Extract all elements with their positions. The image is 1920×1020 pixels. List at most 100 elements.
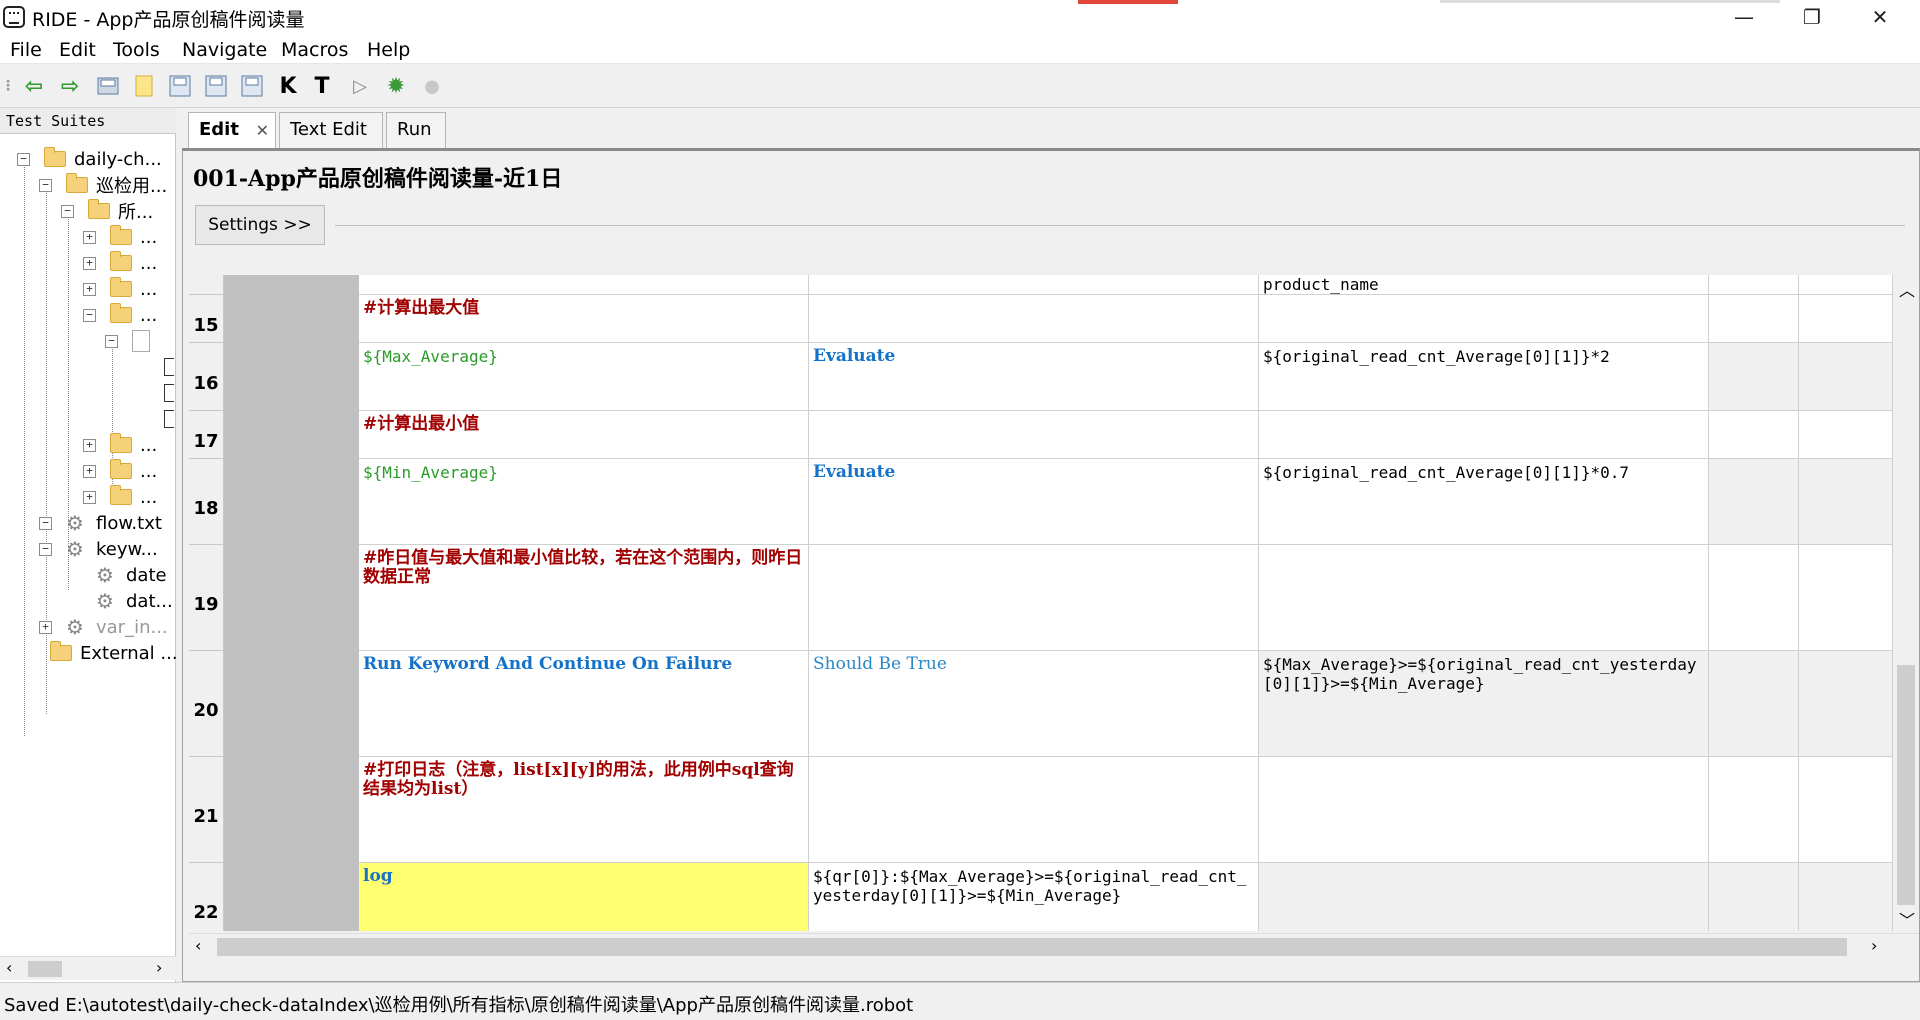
collapse-icon[interactable]: − xyxy=(39,516,52,530)
grid-cell[interactable] xyxy=(1709,545,1799,651)
tree-item-folder[interactable]: + ... xyxy=(83,276,157,302)
grid-cell[interactable] xyxy=(1259,545,1709,651)
grid-cell-argument[interactable]: ${qr[0]}:${Max_Average}>=${original_read… xyxy=(809,863,1259,931)
menu-tools[interactable]: Tools xyxy=(113,39,160,61)
tab-run[interactable]: Run xyxy=(386,112,446,148)
expand-icon[interactable]: + xyxy=(83,256,96,270)
grid-cell[interactable] xyxy=(809,757,1259,863)
grid-cell[interactable] xyxy=(1799,411,1893,459)
tree-item-xunjian[interactable]: − 巡检用... xyxy=(39,172,167,198)
run-icon[interactable]: ▷ xyxy=(346,72,374,100)
grid-cell[interactable] xyxy=(1709,757,1799,863)
tree-item-daily-check[interactable]: − daily-ch... xyxy=(17,146,162,172)
grid-cell-variable[interactable]: ${Min_Average} xyxy=(359,459,809,545)
scroll-up-icon[interactable]: ︿ xyxy=(1899,277,1915,301)
row-header[interactable]: 19 xyxy=(189,545,224,651)
grid-cell-comment[interactable]: #计算出最大值 xyxy=(359,295,809,343)
row-header[interactable]: 16 xyxy=(189,343,224,411)
grid-cell-keyword[interactable]: Evaluate xyxy=(809,459,1259,545)
new-file-icon[interactable] xyxy=(130,72,158,100)
save-icon[interactable] xyxy=(166,72,194,100)
checkbox-icon[interactable] xyxy=(164,384,174,402)
grid-horizontal-scrollbar[interactable]: ‹ › xyxy=(189,933,1919,959)
tree-item-var-in[interactable]: + ⚙ var_in... xyxy=(39,614,168,640)
collapse-icon[interactable]: − xyxy=(39,542,52,556)
grid-cell[interactable] xyxy=(809,411,1259,459)
grid-cell[interactable] xyxy=(809,275,1259,295)
grid-cell-argument[interactable]: ${original_read_cnt_Average[0][1]}*2 xyxy=(1259,343,1709,411)
expand-icon[interactable]: + xyxy=(83,490,96,504)
tree-item-folder[interactable]: + ... xyxy=(83,484,157,510)
grid-cell[interactable] xyxy=(1709,275,1799,295)
grid-cell-comment[interactable]: #计算出最小值 xyxy=(359,411,809,459)
row-header[interactable]: 20 xyxy=(189,651,224,757)
scroll-left-icon[interactable]: ‹ xyxy=(6,958,12,977)
collapse-icon[interactable]: − xyxy=(61,204,74,218)
grid-cell-comment[interactable]: #昨日值与最大值和最小值比较，若在这个范围内，则昨日数据正常 xyxy=(359,545,809,651)
minimize-button[interactable]: — xyxy=(1710,0,1778,34)
row-header[interactable]: 21 xyxy=(189,757,224,863)
grid-cell[interactable] xyxy=(1799,459,1893,545)
tree-item-dat[interactable]: ⚙ dat... xyxy=(96,588,173,614)
search-keywords-icon[interactable]: K xyxy=(274,72,302,100)
checkbox-icon[interactable] xyxy=(164,410,174,428)
expand-icon[interactable]: + xyxy=(39,620,52,634)
menu-file[interactable]: File xyxy=(10,39,42,61)
tree-item-testcase-checked[interactable] xyxy=(164,354,174,380)
collapse-icon[interactable]: − xyxy=(39,178,52,192)
grid-cell[interactable]: product_name xyxy=(1259,275,1709,295)
grid-cell[interactable] xyxy=(809,545,1259,651)
checkbox-icon[interactable] xyxy=(164,358,174,376)
grid-cell-keyword[interactable]: Run Keyword And Continue On Failure xyxy=(359,651,809,757)
tree-item-folder-open[interactable]: − ... xyxy=(83,302,157,328)
row-header[interactable]: 22 xyxy=(189,863,224,931)
tree-item-flow[interactable]: − ⚙ flow.txt xyxy=(39,510,162,536)
menu-navigate[interactable]: Navigate xyxy=(182,39,267,61)
scroll-right-icon[interactable]: › xyxy=(1871,936,1877,955)
restore-button[interactable]: ❐ xyxy=(1778,0,1846,34)
close-tab-icon[interactable]: ✕ xyxy=(256,121,269,140)
grid-cell[interactable] xyxy=(1259,757,1709,863)
scroll-down-icon[interactable]: ﹀ xyxy=(1899,907,1915,931)
stop-icon[interactable]: ● xyxy=(418,72,446,100)
save-all-icon[interactable] xyxy=(202,72,230,100)
grid-cell[interactable] xyxy=(1799,295,1893,343)
grid-vertical-scrollbar[interactable]: ︿ ﹀ xyxy=(1893,275,1919,931)
expand-icon[interactable]: + xyxy=(83,438,96,452)
menu-macros[interactable]: Macros xyxy=(281,39,348,61)
tree-item-testcase[interactable] xyxy=(164,406,174,432)
grid-cell-keyword[interactable]: Evaluate xyxy=(809,343,1259,411)
grid-cell-keyword-arg[interactable]: Should Be True xyxy=(809,651,1259,757)
tab-text-edit[interactable]: Text Edit xyxy=(279,112,383,148)
collapse-icon[interactable]: − xyxy=(83,308,96,322)
grid-cell[interactable] xyxy=(1709,295,1799,343)
tree-item-testcase[interactable] xyxy=(164,380,174,406)
grid-cell[interactable] xyxy=(1799,863,1893,931)
scroll-thumb[interactable] xyxy=(1897,665,1915,905)
tab-edit[interactable]: Edit ✕ xyxy=(188,112,276,150)
grid-cell[interactable] xyxy=(1799,275,1893,295)
scroll-left-icon[interactable]: ‹ xyxy=(195,936,201,955)
grid-cell[interactable] xyxy=(1799,651,1893,757)
row-header[interactable]: 18 xyxy=(189,459,224,545)
grid-cell[interactable] xyxy=(1799,757,1893,863)
collapse-icon[interactable]: − xyxy=(17,152,30,166)
tree-item-external[interactable]: External ... xyxy=(50,640,178,666)
grid-cell[interactable] xyxy=(1709,863,1799,931)
grid-cell[interactable] xyxy=(1799,343,1893,411)
grid-cell[interactable] xyxy=(1259,295,1709,343)
scroll-thumb[interactable] xyxy=(28,961,62,977)
tree-item-folder[interactable]: + ... xyxy=(83,224,157,250)
grid-cell-variable[interactable]: ${Max_Average} xyxy=(359,343,809,411)
open-suite-icon[interactable] xyxy=(94,72,122,100)
row-header[interactable]: 15 xyxy=(189,295,224,343)
tree-item-folder[interactable]: + ... xyxy=(83,250,157,276)
menu-help[interactable]: Help xyxy=(367,39,410,61)
grid-cell[interactable] xyxy=(1799,545,1893,651)
grid-cell[interactable] xyxy=(1709,411,1799,459)
grid-cell[interactable] xyxy=(359,275,809,295)
tree-item-date[interactable]: ⚙ date xyxy=(96,562,167,588)
tree-item-file[interactable]: − xyxy=(105,328,158,354)
grid-cell-selected[interactable]: log xyxy=(359,863,809,931)
back-arrow-icon[interactable]: ⇦ xyxy=(20,72,48,100)
